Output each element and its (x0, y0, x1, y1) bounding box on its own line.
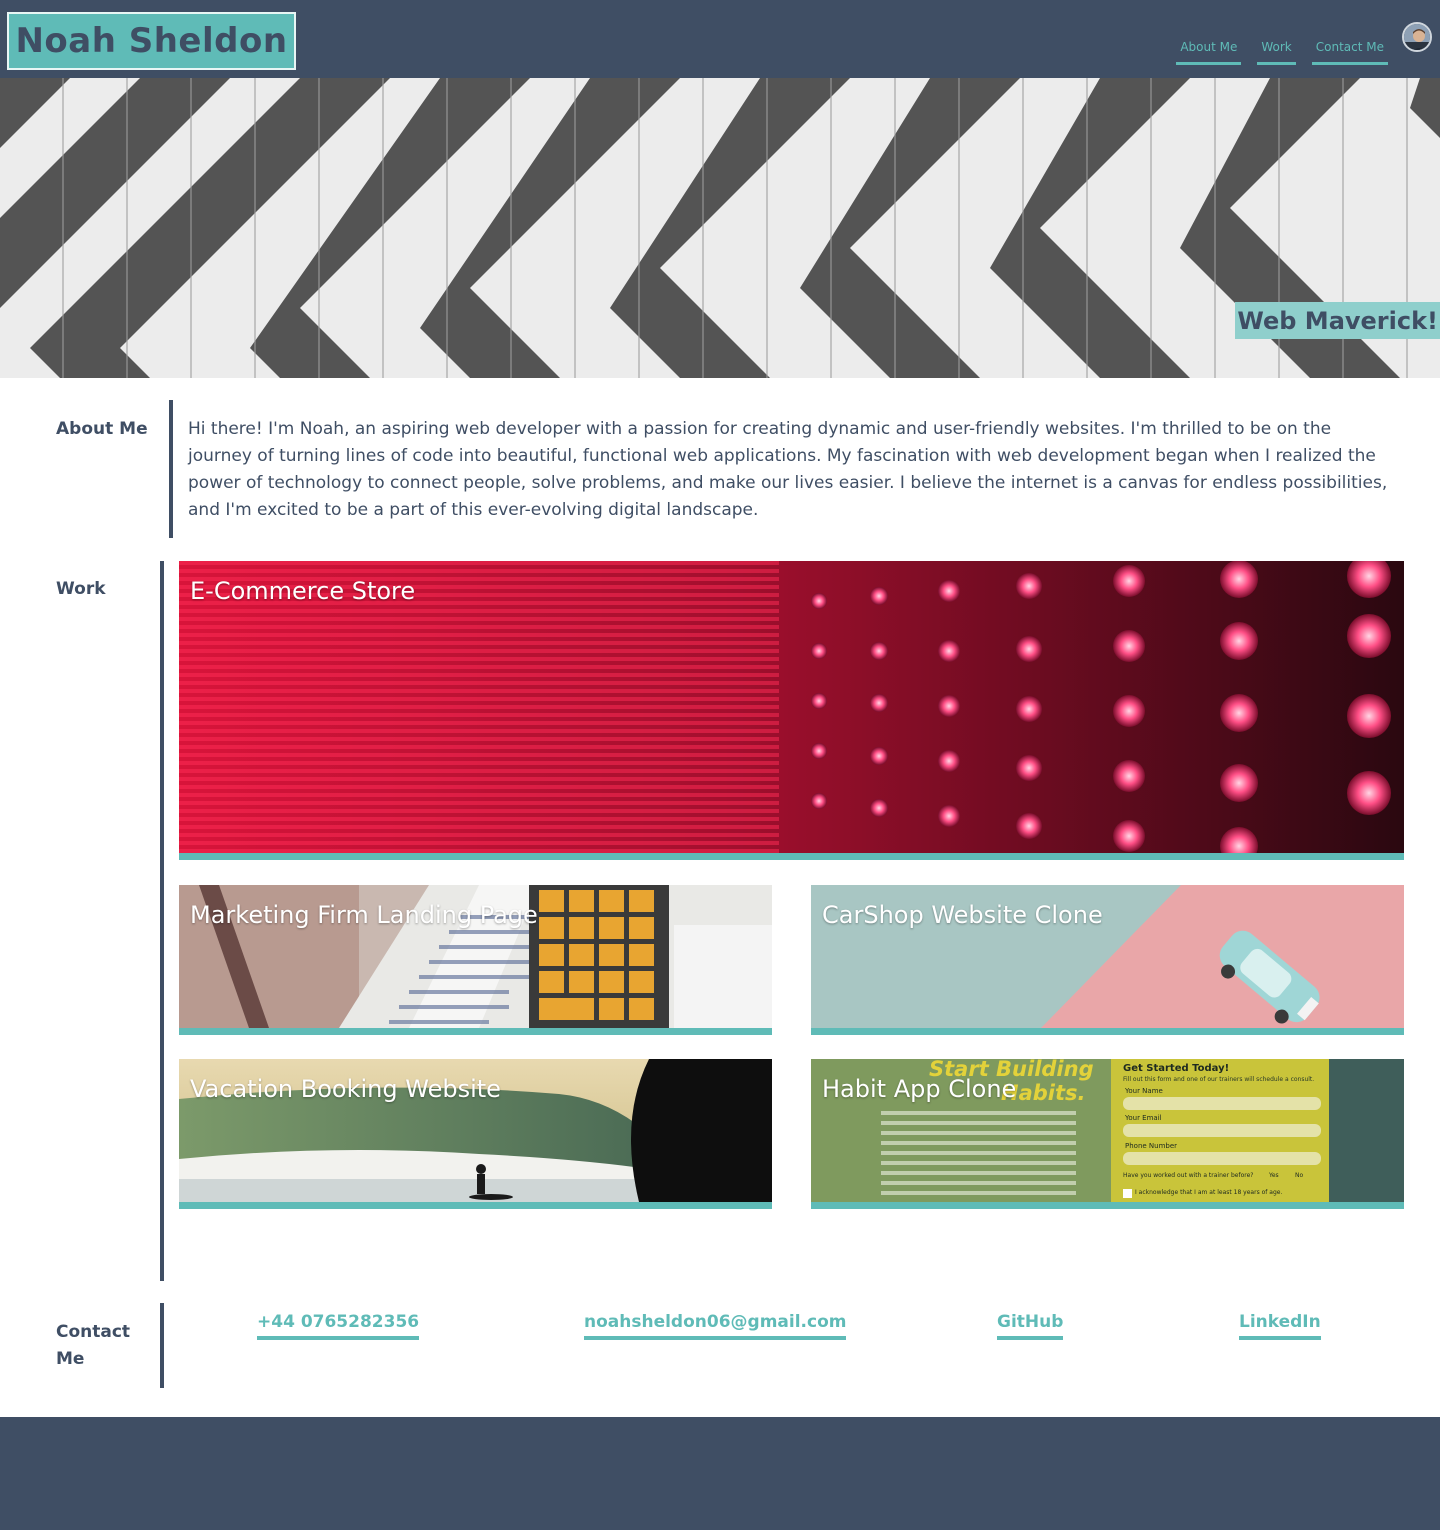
contact-email-link[interactable]: noahsheldon06@gmail.com (584, 1312, 847, 1340)
project-title-vacation: Vacation Booking Website (190, 1075, 501, 1103)
habit-form-subtitle: Fill out this form and one of our traine… (1123, 1076, 1315, 1083)
main-nav: About Me Work Contact Me (1176, 40, 1388, 65)
site-name: Noah Sheldon (15, 21, 288, 61)
habit-question: Have you worked out with a trainer befor… (1123, 1172, 1254, 1179)
project-card-habit[interactable]: Start Building Habits. Get Started Today… (811, 1059, 1404, 1209)
habit-option-no: No (1295, 1172, 1304, 1179)
contact-divider (160, 1303, 164, 1388)
habit-form-title: Get Started Today! (1123, 1063, 1230, 1074)
project-card-marketing[interactable]: Marketing Firm Landing Page (179, 885, 772, 1035)
site-header: Noah Sheldon About Me Work Contact Me (0, 0, 1440, 78)
about-heading: About Me (56, 419, 148, 439)
nav-link-about[interactable]: About Me (1176, 40, 1242, 65)
contact-linkedin-link[interactable]: LinkedIn (1239, 1312, 1321, 1340)
work-heading: Work (56, 579, 106, 599)
habit-field-label-phone: Phone Number (1125, 1142, 1178, 1150)
project-card-ecommerce[interactable]: E-Commerce Store (179, 561, 1404, 860)
about-divider (169, 400, 173, 538)
contact-heading-line2: Me (56, 1349, 85, 1369)
contact-heading: Contact Me (56, 1319, 130, 1373)
work-divider (160, 561, 164, 1281)
avatar (1402, 22, 1432, 52)
hero-background-image (0, 78, 1440, 378)
about-text: Hi there! I'm Noah, an aspiring web deve… (188, 419, 1388, 520)
project-title-marketing: Marketing Firm Landing Page (190, 901, 538, 929)
project-card-carshop[interactable]: CarShop Website Clone (811, 885, 1404, 1035)
project-title-carshop: CarShop Website Clone (822, 901, 1103, 929)
contact-github-link[interactable]: GitHub (997, 1312, 1064, 1340)
project-title-habit: Habit App Clone (822, 1075, 1017, 1103)
habit-option-yes: Yes (1269, 1172, 1279, 1179)
nav-link-work[interactable]: Work (1257, 40, 1296, 65)
hero-banner (0, 78, 1440, 378)
hero-tagline: Web Maverick! (1235, 302, 1440, 339)
nav-link-contact[interactable]: Contact Me (1311, 40, 1388, 65)
project-title-ecommerce: E-Commerce Store (190, 577, 416, 605)
contact-phone-link[interactable]: +44 0765282356 (257, 1312, 420, 1340)
habit-field-label-email: Your Email (1125, 1114, 1162, 1122)
habit-acknowledge: I acknowledge that I am at least 18 year… (1135, 1189, 1283, 1196)
contact-heading-line1: Contact (56, 1322, 131, 1342)
habit-field-label-name: Your Name (1125, 1087, 1163, 1095)
site-logo[interactable]: Noah Sheldon (7, 12, 296, 70)
project-card-vacation[interactable]: Vacation Booking Website (179, 1059, 772, 1209)
site-footer (0, 1417, 1440, 1530)
